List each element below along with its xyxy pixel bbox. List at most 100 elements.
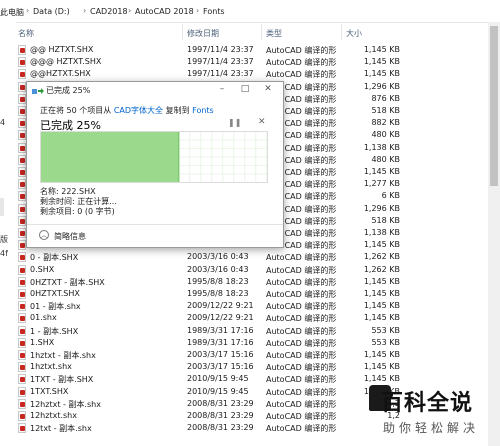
autocad-shape-file-icon: [18, 289, 26, 299]
file-size: 1,145 KB: [363, 374, 400, 384]
file-row[interactable]: 1hztxt.shx 2003/3/17 15:16 AutoCAD 编译的形 1,1…: [16, 361, 486, 373]
column-header-type[interactable]: 类型: [266, 28, 282, 39]
file-modified-date: 2010/9/15 9:45: [187, 374, 249, 384]
autocad-shape-file-icon: [18, 264, 26, 275]
watermark: 百科全说 助你轻松解决: [369, 385, 497, 443]
file-row[interactable]: 1hztxt - 副本.shx 2003/3/17 15:16 AutoCAD 编译…: [16, 349, 486, 361]
column-divider[interactable]: [182, 24, 183, 40]
dialog-titlebar[interactable]: 已完成 25% – □ ✕: [27, 82, 283, 98]
breadcrumb-item-data-drive[interactable]: Data (D:): [33, 7, 70, 16]
file-modified-date: 2003/3/17 15:16: [187, 362, 254, 372]
file-modified-date: 2003/3/16 0:43: [187, 264, 249, 274]
pause-icon[interactable]: ❚❚: [228, 118, 241, 127]
file-name: 1 - 副本.SHX: [30, 326, 79, 336]
dialog-divider: [27, 224, 283, 225]
file-row[interactable]: 01.shx 2009/12/22 9:21 AutoCAD 编译的形 1,145 K…: [16, 312, 486, 324]
file-modified-date: 2009/12/22 9:21: [187, 301, 254, 311]
nav-pane-label: 4: [0, 118, 6, 127]
autocad-shape-file-icon: [18, 398, 26, 409]
file-size: 1,145 KB: [363, 276, 400, 286]
cancel-icon[interactable]: ✕: [258, 117, 266, 127]
file-modified-date: 2010/9/15 9:45: [187, 386, 249, 396]
file-type: AutoCAD 编译的形: [266, 424, 337, 434]
autocad-shape-file-icon: [18, 154, 26, 165]
file-modified-date: 2003/3/17 15:16: [187, 350, 254, 359]
file-row[interactable]: 0.SHX 2003/3/16 0:43 AutoCAD 编译的形 1,262 KB: [16, 264, 486, 276]
nav-pane-label: 4f: [0, 249, 8, 258]
autocad-shape-file-icon: [18, 45, 26, 55]
items-remaining: 剩余项目: 0 (0 字节): [40, 207, 115, 216]
breadcrumb-item-autocad-2018[interactable]: AutoCAD 2018: [135, 7, 194, 16]
file-name: @@@ HZTXT.SHX: [30, 57, 102, 67]
minimize-icon[interactable]: –: [213, 83, 231, 96]
file-name: @@HZTXT.SHX: [30, 69, 91, 79]
file-row[interactable]: 0HZTXT - 副本.SHX 1995/8/8 18:23 AutoCAD 编译的…: [16, 276, 486, 288]
file-name: 1hztxt - 副本.shx: [30, 351, 96, 360]
file-name: 1hztxt.shx: [30, 362, 72, 372]
file-name: 1TXT.SHX: [30, 386, 69, 396]
autocad-shape-file-icon: [18, 167, 26, 177]
chevron-up-icon[interactable]: ︿: [39, 230, 49, 240]
file-row[interactable]: @@HZTXT.SHX 1997/11/4 23:37 AutoCAD 编译的形 1,…: [16, 68, 486, 80]
navigation-pane[interactable]: 4 版 4f: [0, 22, 16, 446]
file-size: 1,145 KB: [363, 313, 400, 323]
file-size: 1,145 KB: [363, 240, 400, 250]
file-name: @@ HZTXT.SHX: [30, 45, 94, 54]
breadcrumb-item-fonts[interactable]: Fonts: [203, 7, 225, 16]
file-name: 01.shx: [30, 313, 57, 323]
autocad-shape-file-icon: [18, 203, 26, 214]
file-type: AutoCAD 编译的形: [266, 387, 337, 397]
column-header-size[interactable]: 大小: [346, 28, 362, 39]
vertical-scrollbar[interactable]: [488, 22, 500, 446]
file-row[interactable]: 1.SHX 1989/3/31 17:16 AutoCAD 编译的形 553 KB: [16, 337, 486, 349]
file-size: 876 KB: [371, 93, 400, 103]
maximize-icon[interactable]: □: [236, 83, 254, 96]
file-row[interactable]: @@ HZTXT.SHX 1997/11/4 23:37 AutoCAD 编译的形 1…: [16, 44, 486, 56]
file-name: 0HZTXT.SHX: [30, 289, 80, 298]
file-type: AutoCAD 编译的形: [266, 302, 337, 312]
file-modified-date: 1997/11/4 23:37: [187, 69, 254, 79]
scrollbar-thumb[interactable]: [490, 26, 498, 186]
file-size: 1,145 KB: [363, 301, 400, 311]
file-row[interactable]: 1TXT - 副本.SHX 2010/9/15 9:45 AutoCAD 编译的形 1…: [16, 373, 486, 385]
progress-graph: [40, 131, 268, 183]
column-header-date[interactable]: 修改日期: [187, 28, 219, 39]
file-type: AutoCAD 编译的形: [266, 351, 337, 360]
file-row[interactable]: @@@ HZTXT.SHX 1997/11/4 23:37 AutoCAD 编译的形…: [16, 56, 486, 68]
breadcrumb-item-cad2018[interactable]: CAD2018: [90, 7, 128, 16]
close-icon[interactable]: ✕: [259, 83, 277, 96]
column-divider[interactable]: [341, 24, 342, 40]
autocad-shape-file-icon: [18, 313, 26, 324]
file-type: AutoCAD 编译的形: [266, 338, 337, 348]
nav-pane-selection: [0, 198, 4, 216]
file-modified-date: 1989/3/31 17:16: [187, 325, 254, 335]
breadcrumb-separator: ›: [83, 6, 87, 15]
file-name: 0 - 副本.SHX: [30, 253, 79, 263]
file-name: 0.SHX: [30, 264, 55, 274]
source-folder-link[interactable]: CAD字体大全: [114, 106, 163, 115]
file-name: 01 - 副本.shx: [30, 302, 81, 312]
file-name: 0HZTXT - 副本.SHX: [30, 277, 105, 287]
file-row[interactable]: 01 - 副本.shx 2009/12/22 9:21 AutoCAD 编译的形 1,…: [16, 300, 486, 312]
autocad-shape-file-icon: [18, 81, 26, 92]
file-type: AutoCAD 编译的形: [266, 58, 337, 68]
file-row[interactable]: 1 - 副本.SHX 1989/3/31 17:16 AutoCAD 编译的形 553…: [16, 325, 486, 337]
file-size: 480 KB: [371, 154, 400, 164]
less-details-button[interactable]: 简略信息: [54, 231, 86, 242]
dialog-title: 已完成 25%: [46, 86, 91, 95]
column-divider[interactable]: [261, 24, 262, 40]
autocad-shape-file-icon: [18, 191, 26, 202]
file-modified-date: 1995/8/8 18:23: [187, 289, 249, 298]
file-type: AutoCAD 编译的形: [266, 375, 337, 385]
file-row[interactable]: 0 - 副本.SHX 2003/3/16 0:43 AutoCAD 编译的形 1,26…: [16, 251, 486, 263]
destination-folder-link[interactable]: Fonts: [192, 106, 214, 115]
breadcrumb-root[interactable]: 此电脑: [0, 7, 24, 18]
file-size: 1,145 KB: [363, 45, 400, 54]
column-header-name[interactable]: 名称: [18, 28, 34, 39]
autocad-shape-file-icon: [18, 106, 26, 116]
address-bar[interactable]: 此电脑 › Data (D:) › CAD2018 › AutoCAD 2018…: [0, 0, 500, 23]
file-type: AutoCAD 编译的形: [266, 46, 337, 55]
copy-status-prefix: 正在将 50 个项目从: [40, 106, 112, 115]
file-row[interactable]: 0HZTXT.SHX 1995/8/8 18:23 AutoCAD 编译的形 1,14…: [16, 288, 486, 300]
nav-pane-label: 版: [0, 235, 8, 244]
